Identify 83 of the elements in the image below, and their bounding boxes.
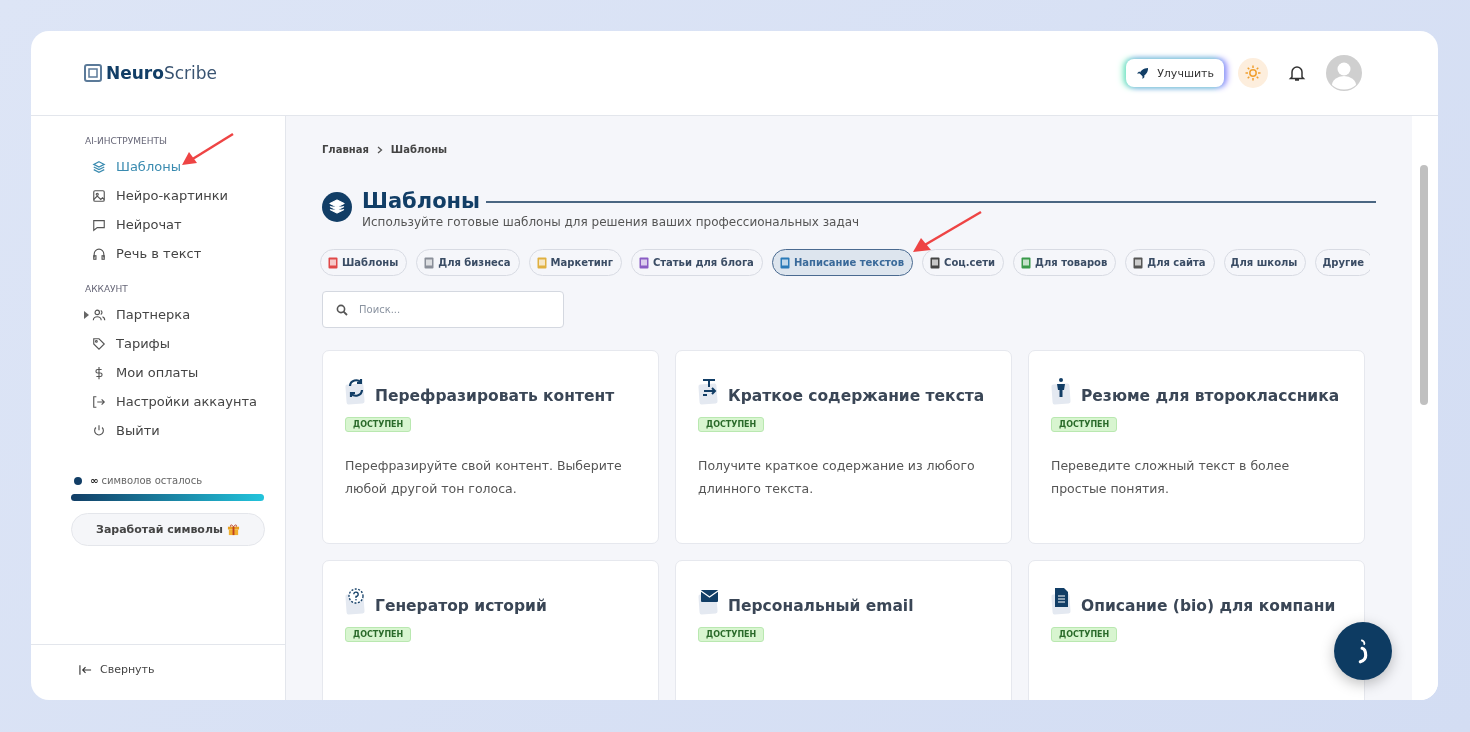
template-card[interactable]: Персональный email ДОСТУПЕН [675, 560, 1012, 700]
earn-symbols-button[interactable]: Заработай символы [71, 513, 265, 546]
category-icon [1020, 256, 1032, 269]
notification-bell-icon[interactable] [1288, 64, 1306, 82]
availability-badge: ДОСТУПЕН [698, 627, 765, 642]
status-dot [74, 476, 82, 485]
scrollbar-thumb[interactable] [1420, 165, 1428, 405]
category-chip[interactable]: Другие [1315, 249, 1370, 276]
sun-icon [1245, 65, 1261, 81]
availability-badge: ДОСТУПЕН [345, 627, 412, 642]
sidebar-item[interactable]: Настройки аккаунта [71, 387, 264, 416]
logo-text: NeuroScribe [106, 63, 218, 83]
category-chip[interactable]: Маркетинг [528, 249, 622, 276]
sidebar-item[interactable]: Тарифы [71, 329, 264, 358]
template-title: Резюме для второклассника [1081, 387, 1340, 405]
category-chip[interactable]: Для товаров [1013, 249, 1117, 276]
dollar-icon [92, 365, 106, 380]
chevron-right-icon [376, 145, 383, 154]
sidebar-item[interactable]: Мои оплаты [71, 358, 264, 387]
sidebar-item[interactable]: Речь в текст [71, 239, 264, 268]
breadcrumb-link[interactable]: Главная [322, 144, 369, 155]
symbols-remaining-text: ∞ символов осталось [90, 475, 203, 486]
headphones-icon [92, 246, 106, 261]
breadcrumb-link[interactable]: Шаблоны [390, 144, 448, 155]
availability-badge: ДОСТУПЕН [698, 417, 765, 432]
category-chip[interactable]: Соц.сети [922, 249, 1004, 276]
template-title: Перефразировать контент [375, 387, 615, 405]
template-card[interactable]: Перефразировать контент ДОСТУПЕН Перефразируйте свой контент. Выберите любой другой тон голоса. [322, 350, 659, 544]
collapse-sidebar-button[interactable]: Свернуть [31, 644, 285, 700]
template-title: Описание (bio) для компани [1081, 597, 1336, 615]
upgrade-button[interactable]: Улучшить [1126, 59, 1224, 87]
category-icon [637, 256, 650, 269]
template-description: Получите краткое содержание из любого длинного текста. [698, 457, 976, 498]
gift-icon [226, 523, 240, 536]
category-icon [929, 256, 942, 269]
category-icon [778, 256, 791, 269]
tag-icon [92, 336, 106, 351]
sidebar-item[interactable]: Шаблоны [71, 152, 264, 181]
sidebar-item[interactable]: Нейро-картинки [71, 181, 264, 210]
sidebar-item[interactable]: Партнерка [71, 300, 264, 329]
template-card[interactable]: Краткое содержание текста ДОСТУПЕН Получите краткое содержание из любого длинного текста. [675, 350, 1012, 544]
availability-badge: ДОСТУПЕН [1051, 417, 1118, 432]
chat-icon [92, 217, 106, 232]
chat-assistant-button[interactable] [1334, 622, 1392, 680]
annotation-arrow [181, 132, 235, 168]
category-chip[interactable]: Для бизнеса [416, 249, 520, 276]
layers-icon [322, 192, 352, 222]
page-title: Шаблоны [362, 188, 481, 214]
category-icon [1132, 256, 1145, 269]
sidebar-section-title: AI-ИНСТРУМЕНТЫ [85, 136, 168, 146]
power-icon [92, 423, 106, 438]
search-field[interactable]: Поиск... [322, 291, 564, 328]
sidebar-item[interactable]: Нейрочат [71, 210, 264, 239]
availability-badge: ДОСТУПЕН [1051, 627, 1118, 642]
template-description: Переведите сложный текст в более простые понятия. [1051, 457, 1291, 498]
collapse-icon [79, 664, 92, 675]
category-chip[interactable]: Шаблоны [320, 249, 408, 276]
image-icon [92, 188, 106, 203]
template-description: Перефразируйте свой контент. Выберите любой другой тон голоса. [345, 457, 623, 498]
availability-badge: ДОСТУПЕН [345, 417, 412, 432]
category-icon [535, 256, 548, 269]
users-icon [92, 307, 106, 322]
template-card[interactable]: Резюме для второклассника ДОСТУПЕН Переведите сложный текст в более простые понятия. [1028, 350, 1365, 544]
page-subtitle: Используйте готовые шаблоны для решения ваших профессиональных задач [362, 215, 861, 229]
template-card[interactable]: Описание (bio) для компани ДОСТУПЕН [1028, 560, 1365, 700]
layers-icon [92, 159, 106, 174]
category-chip[interactable]: Статьи для блога [630, 249, 763, 276]
category-chip[interactable]: Для школы [1223, 249, 1307, 276]
theme-toggle-button[interactable] [1238, 58, 1268, 88]
template-title: Персональный email [728, 597, 914, 615]
template-title: Краткое содержание текста [728, 387, 985, 405]
exit-icon [92, 394, 106, 409]
category-chip[interactable]: Написание текстов [771, 249, 914, 276]
category-icon [327, 256, 339, 269]
rocket-icon [1136, 66, 1150, 80]
logo-icon [84, 64, 102, 82]
template-title: Генератор историй [375, 597, 547, 615]
category-icon [423, 256, 436, 269]
sidebar-item[interactable]: Выйти [71, 416, 264, 445]
category-chip[interactable]: Для сайта [1125, 249, 1215, 276]
expand-caret-icon[interactable] [84, 310, 89, 319]
template-card[interactable]: Генератор историй ДОСТУПЕН [322, 560, 659, 700]
sidebar-section-title: АККАУНТ [85, 284, 129, 294]
